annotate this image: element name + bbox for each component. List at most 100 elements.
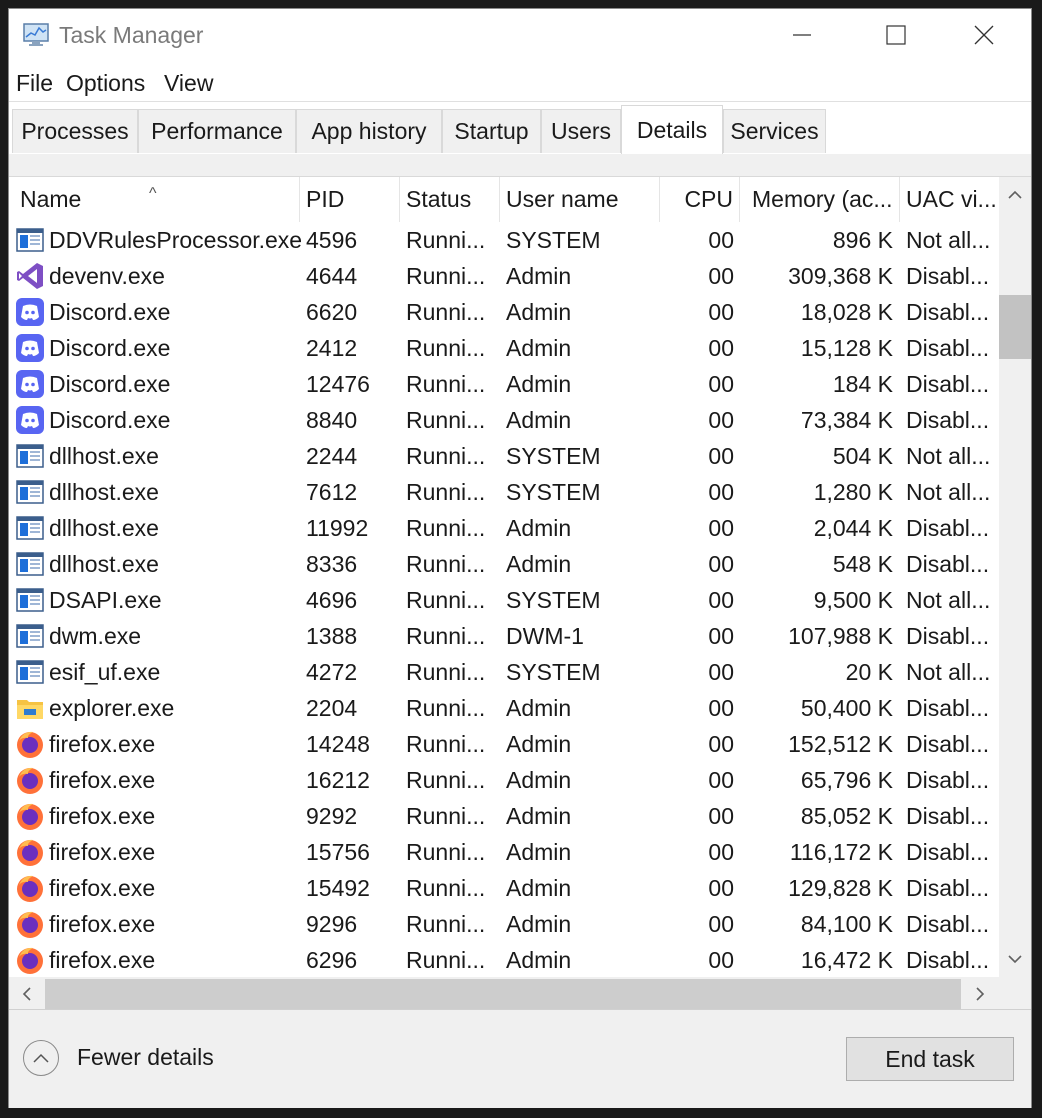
cell-pid: 4696 — [306, 587, 358, 613]
column-header-name[interactable]: Name ^ — [9, 177, 300, 222]
end-task-button[interactable]: End task — [846, 1037, 1014, 1081]
table-row[interactable]: explorer.exe 2204 Runni... Admin 00 50,400 K D… — [9, 690, 999, 726]
table-row[interactable]: Discord.exe 6620 Runni... Admin 00 18,028 K Di… — [9, 294, 999, 330]
table-row[interactable]: firefox.exe 6296 Runni... Admin 00 16,472 K Di… — [9, 942, 999, 978]
cell-status: Runni... — [406, 767, 486, 793]
fewer-details-button[interactable]: Fewer details — [23, 1040, 243, 1080]
cell-memory: 16,472 K — [800, 947, 893, 973]
minimize-icon — [793, 34, 811, 36]
cell-cpu: 00 — [708, 263, 734, 289]
table-row[interactable]: Discord.exe 8840 Runni... Admin 00 73,384 K Di… — [9, 402, 999, 438]
table-row[interactable]: dllhost.exe 2244 Runni... SYSTEM 00 504 K Not … — [9, 438, 999, 474]
scroll-right-button[interactable] — [964, 977, 996, 1010]
maximize-button[interactable] — [849, 9, 943, 61]
cell-name: firefox.exe — [49, 803, 156, 829]
cell-pid: 16212 — [306, 767, 370, 793]
cell-status: Runni... — [406, 587, 486, 613]
table-row[interactable]: firefox.exe 16212 Runni... Admin 00 65,796 K D… — [9, 762, 999, 798]
cell-name: Discord.exe — [49, 299, 171, 325]
table-row[interactable]: firefox.exe 15756 Runni... Admin 00 116,172 K… — [9, 834, 999, 870]
cell-pid: 12476 — [306, 371, 370, 397]
table-row[interactable]: Discord.exe 2412 Runni... Admin 00 15,128 K Di… — [9, 330, 999, 366]
cell-name: explorer.exe — [49, 695, 175, 721]
cell-memory: 309,368 K — [788, 263, 893, 289]
cell-pid: 11992 — [306, 515, 369, 541]
cell-name: esif_uf.exe — [49, 659, 161, 685]
tab-app-history[interactable]: App history — [296, 109, 442, 153]
cell-memory: 18,028 K — [800, 299, 893, 325]
vertical-scroll-thumb[interactable] — [999, 295, 1031, 359]
cell-name: dllhost.exe — [49, 515, 159, 541]
cell-cpu: 00 — [708, 479, 734, 505]
table-row[interactable]: dllhost.exe 8336 Runni... Admin 00 548 K Disab… — [9, 546, 999, 582]
table-row[interactable]: DSAPI.exe 4696 Runni... SYSTEM 00 9,500 K Not … — [9, 582, 999, 618]
cell-user-name: SYSTEM — [506, 587, 601, 613]
table-row[interactable]: dllhost.exe 7612 Runni... SYSTEM 00 1,280 K No… — [9, 474, 999, 510]
table-row[interactable]: firefox.exe 9292 Runni... Admin 00 85,052 K Di… — [9, 798, 999, 834]
cell-cpu: 00 — [708, 767, 734, 793]
column-header-pid[interactable]: PID — [300, 177, 400, 222]
column-header-user-name[interactable]: User name — [500, 177, 660, 222]
cell-memory: 65,796 K — [800, 767, 893, 793]
cell-memory: 548 K — [832, 551, 893, 577]
cell-status: Runni... — [406, 515, 486, 541]
table-row[interactable]: dwm.exe 1388 Runni... DWM-1 00 107,988 K Disab… — [9, 618, 999, 654]
table-header: Name ^ PID Status User name CPU Memory (… — [9, 177, 999, 222]
table-row[interactable]: Discord.exe 12476 Runni... Admin 00 184 K Disa… — [9, 366, 999, 402]
cell-cpu: 00 — [708, 407, 734, 433]
cell-status: Runni... — [406, 371, 486, 397]
cell-pid: 6296 — [306, 947, 358, 973]
cell-memory: 184 K — [832, 371, 893, 397]
menu-file[interactable]: File — [16, 70, 53, 97]
cell-uac-virtualization: Disabl... — [906, 263, 990, 289]
table-row[interactable]: firefox.exe 15492 Runni... Admin 00 129,828 K… — [9, 870, 999, 906]
cell-cpu: 00 — [708, 839, 734, 865]
table-row[interactable]: devenv.exe 4644 Runni... Admin 00 309,368 K Di… — [9, 258, 999, 294]
window-app-icon — [15, 477, 45, 507]
column-header-uac-virtualization[interactable]: UAC vi... — [900, 177, 999, 222]
maximize-icon — [886, 25, 906, 45]
cell-pid: 15756 — [306, 839, 370, 865]
cell-user-name: Admin — [506, 695, 572, 721]
details-table: Name ^ PID Status User name CPU Memory (… — [9, 176, 1031, 1010]
column-header-memory[interactable]: Memory (ac... — [740, 177, 900, 222]
tab-details[interactable]: Details — [621, 105, 723, 154]
cell-user-name: Admin — [506, 551, 572, 577]
table-row[interactable]: DDVRulesProcessor.exe 4596 Runni... SYSTEM 0… — [9, 222, 999, 258]
scroll-down-button[interactable] — [999, 943, 1031, 975]
minimize-button[interactable] — [755, 9, 849, 61]
table-row[interactable]: firefox.exe 9296 Runni... Admin 00 84,100 K Di… — [9, 906, 999, 942]
cell-pid: 4644 — [306, 263, 358, 289]
firefox-icon — [15, 765, 45, 795]
table-row[interactable]: esif_uf.exe 4272 Runni... SYSTEM 00 20 K Not a… — [9, 654, 999, 690]
menu-options[interactable]: Options — [66, 70, 145, 97]
cell-status: Runni... — [406, 299, 486, 325]
cell-memory: 84,100 K — [800, 911, 893, 937]
vertical-scrollbar[interactable] — [999, 177, 1031, 977]
horizontal-scrollbar[interactable] — [9, 977, 1031, 1010]
menu-view[interactable]: View — [164, 70, 213, 97]
close-button[interactable] — [937, 9, 1031, 61]
table-row[interactable]: firefox.exe 14248 Runni... Admin 00 152,512 K… — [9, 726, 999, 762]
chevron-right-icon — [976, 986, 985, 1001]
scroll-left-button[interactable] — [11, 977, 43, 1010]
tab-users[interactable]: Users — [541, 109, 621, 153]
horizontal-scroll-thumb[interactable] — [45, 979, 961, 1009]
tab-performance[interactable]: Performance — [138, 109, 296, 153]
cell-pid: 1388 — [306, 623, 358, 649]
cell-memory: 129,828 K — [788, 875, 893, 901]
cell-cpu: 00 — [708, 875, 734, 901]
cell-uac-virtualization: Not all... — [906, 227, 991, 253]
scroll-up-button[interactable] — [999, 179, 1031, 211]
column-header-status[interactable]: Status — [400, 177, 500, 222]
cell-uac-virtualization: Disabl... — [906, 839, 990, 865]
tab-processes[interactable]: Processes — [12, 109, 138, 153]
tab-services[interactable]: Services — [723, 109, 826, 153]
cell-name: firefox.exe — [49, 947, 156, 973]
column-header-cpu[interactable]: CPU — [660, 177, 740, 222]
cell-pid: 7612 — [306, 479, 358, 505]
tab-startup[interactable]: Startup — [442, 109, 541, 153]
table-row[interactable]: dllhost.exe 11992 Runni... Admin 00 2,044 K Di… — [9, 510, 999, 546]
chevron-up-icon — [1008, 190, 1022, 199]
column-header-name-label: Name — [20, 186, 82, 212]
